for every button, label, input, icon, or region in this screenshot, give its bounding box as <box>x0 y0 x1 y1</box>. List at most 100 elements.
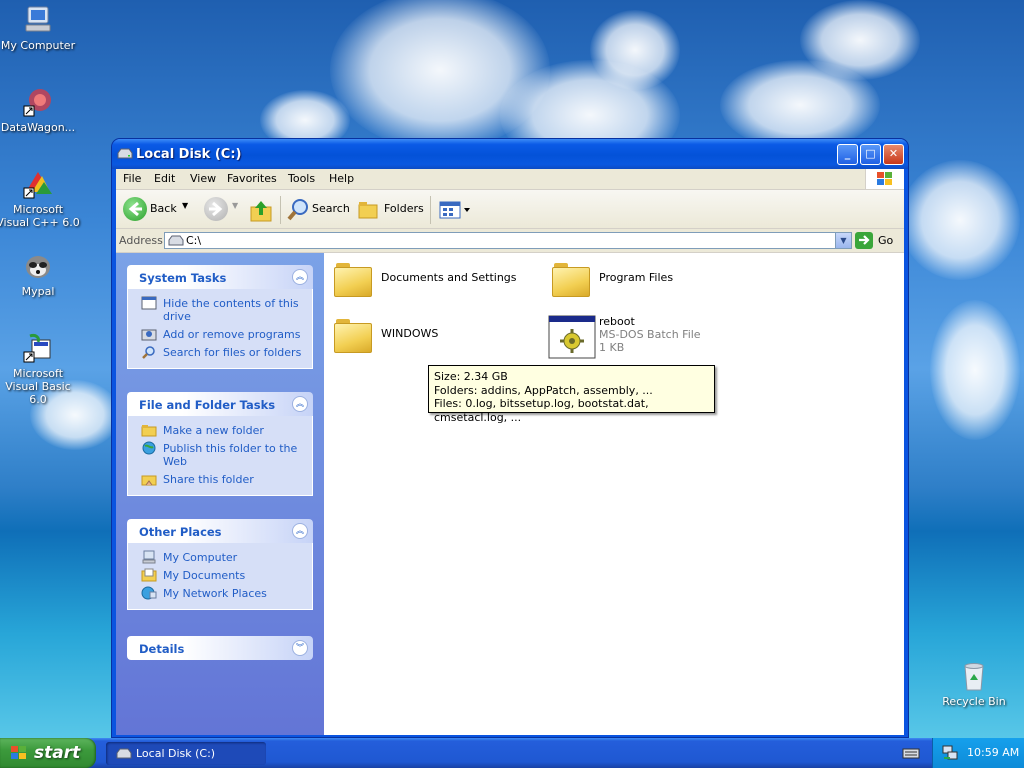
system-tasks-header[interactable]: System Tasks ︽ <box>127 265 313 289</box>
network-places-icon <box>141 586 157 600</box>
details-header[interactable]: Details ︾ <box>127 636 313 660</box>
place-my-computer[interactable]: My Computer <box>128 549 312 567</box>
panel-title: System Tasks <box>139 271 227 285</box>
task-pane: System Tasks ︽ Hide the contents of this… <box>116 253 324 735</box>
folder-item-windows[interactable]: WINDOWS <box>334 317 494 357</box>
content-area: System Tasks ︽ Hide the contents of this… <box>116 253 904 735</box>
desktop-icon-visual-basic[interactable]: Microsoft Visual Basic 6.0 <box>0 332 80 406</box>
mypal-icon <box>22 250 54 282</box>
forward-dropdown-icon[interactable]: ▼ <box>232 201 238 210</box>
menu-view[interactable]: View <box>190 172 216 185</box>
task-publish-folder-web[interactable]: Publish this folder to the Web <box>128 440 312 471</box>
item-name: reboot <box>599 315 635 328</box>
taskbar-button-local-disk[interactable]: Local Disk (C:) <box>106 742 266 765</box>
item-name: WINDOWS <box>381 327 439 340</box>
system-tray: 10:59 AM <box>932 738 1024 768</box>
back-dropdown-icon[interactable]: ▼ <box>182 201 188 210</box>
collapse-icon[interactable]: ︽ <box>292 269 308 285</box>
close-icon: ✕ <box>888 147 899 160</box>
search-button-icon-wrap[interactable] <box>286 197 312 223</box>
file-folder-tasks-header[interactable]: File and Folder Tasks ︽ <box>127 392 313 416</box>
collapse-icon[interactable]: ︽ <box>292 523 308 539</box>
new-folder-icon <box>141 425 157 437</box>
desktop-icon-visual-cpp[interactable]: Microsoft Visual C++ 6.0 <box>0 168 80 229</box>
start-button[interactable]: start <box>0 738 96 768</box>
other-places-panel: Other Places ︽ My Computer My Documents <box>127 519 313 610</box>
batch-file-icon <box>548 315 596 359</box>
menu-help[interactable]: Help <box>329 172 354 185</box>
my-computer-icon <box>22 4 54 36</box>
go-button-icon-wrap[interactable] <box>854 231 874 250</box>
task-share-folder[interactable]: Share this folder <box>128 471 312 489</box>
network-tray-icon[interactable] <box>941 744 959 762</box>
cloud <box>590 10 680 90</box>
task-add-remove-programs[interactable]: Add or remove programs <box>128 326 312 344</box>
file-list: Documents and Settings Program Files WIN… <box>324 253 904 735</box>
folder-item-documents-and-settings[interactable]: Documents and Settings <box>334 261 554 301</box>
desktop-icon-my-computer[interactable]: My Computer <box>0 4 80 52</box>
start-label: start <box>34 743 81 763</box>
folders-button-label[interactable]: Folders <box>384 202 424 215</box>
menu-file[interactable]: File <box>123 172 141 185</box>
close-button[interactable]: ✕ <box>883 144 904 165</box>
collapse-icon[interactable]: ︽ <box>292 396 308 412</box>
hide-contents-icon <box>141 296 157 310</box>
search-button-label[interactable]: Search <box>312 202 350 215</box>
other-places-header[interactable]: Other Places ︽ <box>127 519 313 543</box>
back-button-circle[interactable] <box>123 197 147 221</box>
explorer-window: Local Disk (C:) _ □ ✕ File Edit View Fav… <box>112 139 908 737</box>
task-hide-drive-contents[interactable]: Hide the contents of this drive <box>128 295 312 326</box>
task-make-new-folder[interactable]: Make a new folder <box>128 422 312 440</box>
forward-button[interactable] <box>204 197 228 221</box>
back-arrow-icon <box>128 201 142 217</box>
up-folder-icon <box>250 201 272 222</box>
taskbar: start Local Disk (C:) 10:59 AM <box>0 738 1024 768</box>
views-button[interactable] <box>438 199 472 221</box>
datawagon-shortcut-icon <box>22 86 54 118</box>
cloud <box>800 0 920 80</box>
task-search-files[interactable]: Search for files or folders <box>128 344 312 362</box>
folders-button-icon-wrap[interactable] <box>356 197 382 223</box>
my-documents-icon <box>141 568 157 582</box>
place-my-network-places[interactable]: My Network Places <box>128 585 312 603</box>
folder-icon <box>334 319 372 353</box>
visual-cpp-icon <box>22 168 54 200</box>
address-label: Address <box>119 234 163 247</box>
folders-icon <box>358 202 378 219</box>
address-input[interactable]: C:\ ▼ <box>164 232 852 249</box>
maximize-button[interactable]: □ <box>860 144 881 165</box>
windows-logo-icon <box>865 169 904 189</box>
folder-info-tooltip: Size: 2.34 GB Folders: addins, AppPatch,… <box>428 365 715 424</box>
add-remove-programs-icon <box>141 329 157 341</box>
menu-edit[interactable]: Edit <box>154 172 175 185</box>
maximize-icon: □ <box>865 147 876 160</box>
title-bar[interactable]: Local Disk (C:) _ □ ✕ <box>112 139 908 169</box>
desktop-icon-datawagon[interactable]: DataWagon... <box>0 86 80 134</box>
panel-title: Details <box>139 642 185 656</box>
file-item-reboot[interactable]: reboot MS-DOS Batch File 1 KB <box>548 315 748 359</box>
up-folder-button[interactable] <box>248 197 274 223</box>
keyboard-icon[interactable] <box>902 746 920 760</box>
desktop-icon-recycle-bin[interactable]: Recycle Bin <box>932 660 1016 708</box>
place-my-documents[interactable]: My Documents <box>128 567 312 585</box>
search-icon <box>142 346 155 359</box>
minimize-button[interactable]: _ <box>837 144 858 165</box>
menu-bar: File Edit View Favorites Tools Help <box>116 169 904 190</box>
views-icon <box>439 201 470 219</box>
back-button-label[interactable]: Back <box>150 202 177 215</box>
desktop-icon-mypal[interactable]: Mypal <box>0 250 80 298</box>
expand-icon[interactable]: ︾ <box>292 640 308 656</box>
window-title: Local Disk (C:) <box>136 147 242 162</box>
window-client: File Edit View Favorites Tools Help Back… <box>116 169 904 735</box>
folder-icon <box>552 263 590 297</box>
panel-title: File and Folder Tasks <box>139 398 276 412</box>
address-dropdown-icon[interactable]: ▼ <box>835 233 851 248</box>
menu-favorites[interactable]: Favorites <box>227 172 277 185</box>
item-name: Program Files <box>599 271 674 284</box>
clock[interactable]: 10:59 AM <box>967 746 1019 759</box>
menu-tools[interactable]: Tools <box>288 172 315 185</box>
go-button-label[interactable]: Go <box>878 234 893 247</box>
drive-icon <box>117 148 133 159</box>
taskbar-button-label: Local Disk (C:) <box>136 747 216 760</box>
folder-item-program-files[interactable]: Program Files <box>552 261 752 301</box>
